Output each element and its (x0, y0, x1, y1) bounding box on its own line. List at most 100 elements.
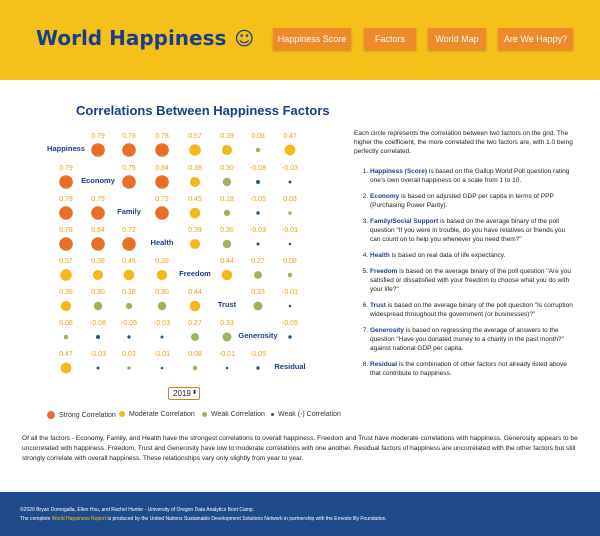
correlation-dot (288, 304, 292, 308)
header-bar: World Happiness ☺ Happiness Score Factors… (0, 0, 600, 80)
footer-report-prefix: The complete (20, 516, 52, 522)
select-arrows-icon: ⬍ (191, 390, 197, 396)
correlation-value-label: 0.45 (122, 258, 136, 265)
correlation-value-label: 0.03 (122, 351, 136, 358)
correlation-value-label: -0.05 (121, 320, 137, 327)
definition-term: Trust (370, 302, 386, 309)
moderate-dot-icon (119, 411, 125, 418)
summary-paragraph: Of all the factors - Economy, Family, an… (22, 435, 578, 462)
legend-item-moderate: Moderate Correlation (119, 411, 195, 418)
definition-term: Residual (370, 361, 398, 368)
correlation-dot (60, 300, 72, 312)
correlation-value-label: -0.03 (250, 227, 266, 234)
correlation-dot (255, 147, 261, 153)
correlation-dot (122, 143, 136, 157)
correlation-dot (189, 144, 201, 156)
nav-factors[interactable]: Factors (364, 28, 416, 50)
correlation-dot (288, 180, 292, 184)
definition-item: Happiness (Score) is based on the Gallup… (370, 167, 576, 185)
explanation-intro: Each circle represents the correlation b… (354, 130, 573, 155)
correlation-dot (254, 271, 262, 279)
correlation-value-label: 0.03 (283, 196, 297, 203)
correlation-value-label: 0.39 (59, 289, 73, 296)
correlation-dot (125, 302, 133, 310)
correlation-dot (288, 335, 292, 339)
factor-definitions: Happiness (Score) is based on the Gallup… (354, 167, 576, 378)
correlation-value-label: -0.01 (219, 351, 235, 358)
definition-item: Residual is the combination of other fac… (370, 360, 576, 378)
correlation-value-label: 0.84 (91, 227, 105, 234)
correlation-value-label: -0.05 (250, 351, 266, 358)
correlation-value-label: 0.57 (59, 258, 73, 265)
correlation-value-label: -0.03 (90, 351, 106, 358)
correlation-dot (122, 237, 136, 251)
correlation-value-label: -0.01 (154, 351, 170, 358)
correlation-dot (189, 207, 201, 219)
weak-dot-icon (202, 411, 207, 417)
definition-term: Happiness (Score) (370, 168, 428, 175)
correlation-dot (155, 143, 169, 157)
correlation-dot (157, 301, 167, 311)
definition-term: Freedom (370, 268, 398, 275)
nav-world-map[interactable]: World Map (428, 28, 486, 50)
correlation-value-label: 0.39 (155, 258, 169, 265)
correlation-value-label: 0.27 (251, 258, 265, 265)
correlation-dot (155, 206, 169, 220)
matrix-variable-label: Health (151, 238, 174, 247)
correlation-dot (256, 180, 260, 184)
correlation-dot (91, 143, 105, 157)
correlation-value-label: 0.33 (220, 320, 234, 327)
correlation-value-label: 0.75 (122, 165, 136, 172)
correlation-value-label: 0.44 (220, 258, 234, 265)
correlation-value-label: -0.08 (250, 165, 266, 172)
correlation-value-label: 0.33 (251, 289, 265, 296)
correlation-dot (253, 301, 263, 311)
correlation-value-label: 0.78 (59, 227, 73, 234)
report-link[interactable]: World Happiness Report (52, 516, 106, 522)
correlation-value-label: 0.84 (155, 165, 169, 172)
correlation-dot (284, 144, 296, 156)
correlation-dot (222, 177, 232, 187)
correlation-dot (156, 269, 168, 281)
correlation-value-label: 0.78 (155, 133, 169, 140)
legend-item-weak: Weak Correlation (202, 411, 265, 418)
correlation-dot (160, 366, 164, 370)
correlation-dot (96, 366, 100, 370)
nav-happiness-score[interactable]: Happiness Score (273, 28, 351, 50)
correlation-dot (91, 206, 105, 220)
correlation-value-label: 0.79 (59, 165, 73, 172)
correlation-dot (92, 269, 104, 281)
correlation-value-label: 0.45 (188, 196, 202, 203)
legend-label: Moderate Correlation (129, 411, 195, 418)
smiley-icon: ☺ (234, 28, 255, 50)
correlation-dot (155, 175, 169, 189)
correlation-value-label: 0.27 (188, 320, 202, 327)
definition-term: Health (370, 252, 390, 259)
correlation-value-label: 0.72 (122, 227, 136, 234)
correlation-value-label: 0.39 (188, 227, 202, 234)
correlation-value-label: 0.30 (155, 289, 169, 296)
negative-dot-icon (271, 412, 274, 416)
correlation-value-label: -0.01 (282, 289, 298, 296)
matrix-variable-label: Residual (274, 362, 305, 371)
correlation-dot (256, 242, 260, 246)
explanation-panel: Each circle represents the correlation b… (354, 129, 576, 385)
correlation-dot (59, 206, 73, 220)
definition-term: Family/Social Support (370, 218, 439, 225)
correlation-value-label: 0.08 (59, 320, 73, 327)
correlation-dot (189, 300, 201, 312)
correlation-value-label: 0.75 (91, 196, 105, 203)
nav-are-we-happy[interactable]: Are We Happy? (498, 28, 573, 50)
year-select[interactable]: 2019 ⬍ (168, 387, 200, 400)
site-title[interactable]: World Happiness ☺ (36, 26, 254, 50)
correlation-dot (63, 334, 69, 340)
correlation-value-label: 0.47 (283, 133, 297, 140)
correlation-dot (221, 269, 233, 281)
correlation-value-label: -0.08 (90, 320, 106, 327)
legend-label: Weak (-) Correlation (278, 411, 341, 418)
correlation-value-label: 0.78 (122, 133, 136, 140)
correlation-dot (127, 335, 131, 339)
correlation-dot (59, 237, 73, 251)
matrix-variable-label: Trust (218, 300, 237, 309)
correlation-dot (223, 209, 231, 217)
